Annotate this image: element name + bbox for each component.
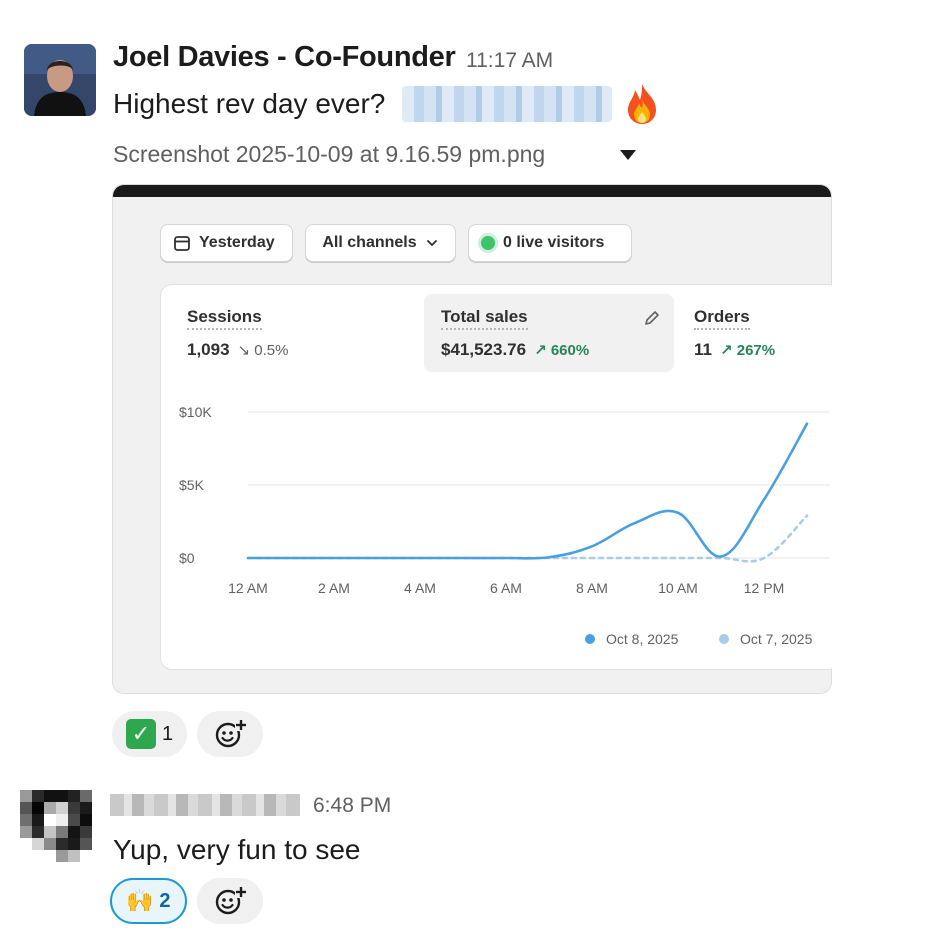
legend-label: Oct 7, 2025 (740, 631, 813, 647)
message-timestamp[interactable]: 6:48 PM (313, 794, 391, 818)
raised-hands-emoji-icon: 🙌 (126, 888, 154, 913)
legend-marker (719, 634, 729, 644)
reaction-raised-hands-button[interactable]: 🙌 2 (110, 878, 187, 924)
redacted-author-name[interactable] (110, 794, 300, 816)
add-reaction-button[interactable] (196, 878, 263, 924)
reaction-check-button[interactable]: ✓ 1 (112, 711, 188, 757)
add-emoji-icon (215, 719, 248, 748)
legend-label: Oct 8, 2025 (606, 631, 679, 647)
reaction-count: 1 (162, 722, 174, 745)
avatar[interactable] (20, 790, 100, 862)
check-mark-emoji-icon: ✓ (126, 719, 156, 749)
reaction-bar: ✓ 1 (112, 711, 264, 757)
add-reaction-button[interactable] (197, 711, 264, 757)
legend-marker (585, 634, 595, 644)
reaction-count: 2 (159, 889, 171, 912)
reaction-bar: 🙌 2 (110, 878, 263, 924)
message-text: Yup, very fun to see (113, 834, 361, 865)
add-emoji-icon (215, 886, 247, 915)
